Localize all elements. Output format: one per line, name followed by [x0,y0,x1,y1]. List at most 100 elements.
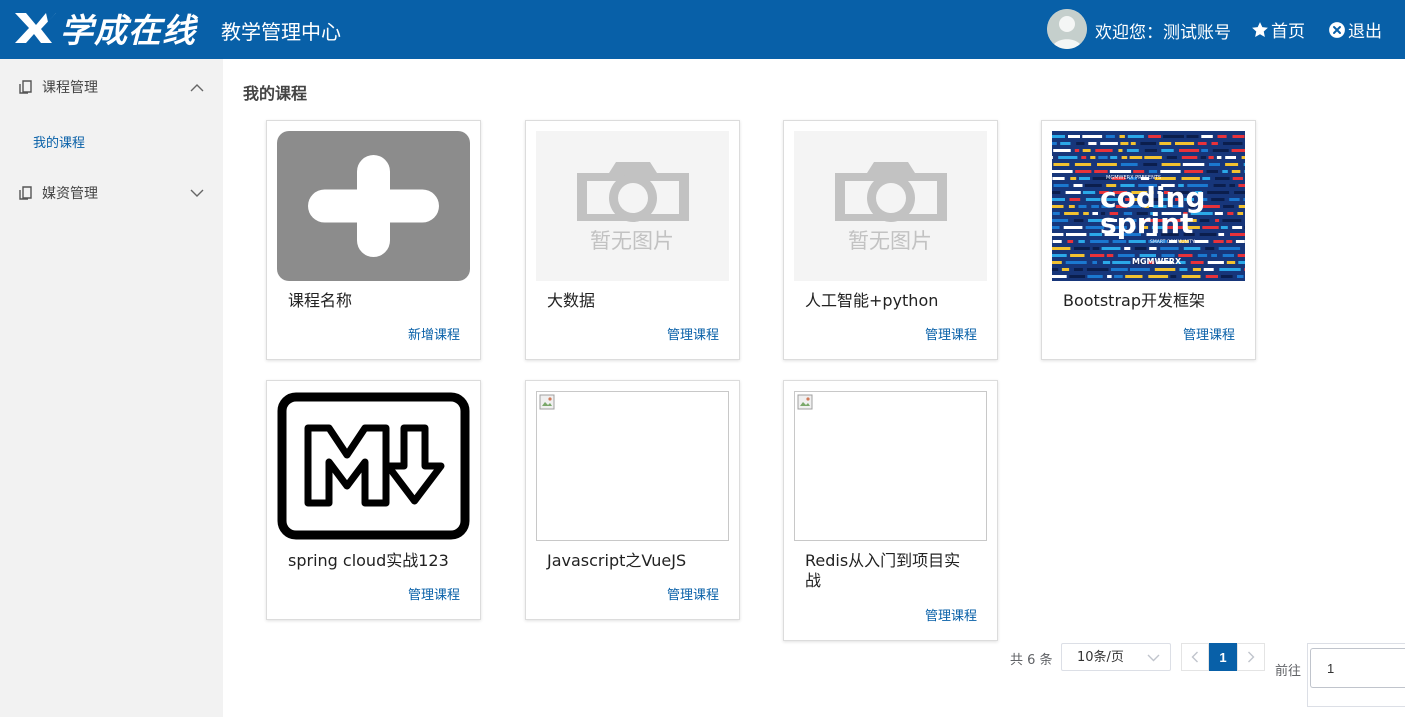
pagination-goto-label: 前往 [1275,664,1302,679]
code-dash [1229,198,1240,201]
code-dash [1061,268,1070,271]
code-dash [1106,254,1114,257]
code-dash [1144,149,1157,152]
code-dash [1237,254,1245,257]
code-dash [1160,170,1181,173]
code-dash [1065,191,1081,194]
code-dash [1107,275,1112,278]
code-dash [1091,205,1099,208]
pagination-page-current[interactable]: 1 [1209,643,1237,671]
page-size-select[interactable]: 10条/页 [1061,643,1171,671]
sidebar-group-media-management[interactable]: 媒资管理 [0,165,223,221]
code-dash [1065,261,1087,264]
code-dash [1209,163,1220,166]
code-dash [1200,156,1207,159]
code-dash [1244,226,1245,229]
pagination-prev-button[interactable] [1181,643,1209,671]
manage-course-link[interactable]: 管理课程 [667,324,719,343]
code-dash [1211,198,1225,201]
code-dash [1183,247,1201,250]
code-dash [1092,212,1098,215]
logo-text: 学成在线 [60,11,196,50]
add-course-thumbnail[interactable] [277,131,470,281]
code-dash [1098,156,1108,159]
course-card-add[interactable]: 课程名称 新增课程 [266,120,481,360]
logout-link[interactable]: 退出 [1328,17,1382,42]
course-thumbnail [277,391,470,541]
code-dash [1212,149,1229,152]
user-avatar[interactable] [1047,9,1087,49]
code-dash [1070,177,1077,180]
code-dash [1184,170,1204,173]
code-dash [1235,240,1245,243]
code-dash [1222,219,1242,222]
code-dash [1094,170,1108,173]
page-title: 我的课程 [243,84,308,103]
code-dash [1052,240,1062,243]
add-course-link[interactable]: 新增课程 [408,324,460,343]
code-dash [1234,191,1245,194]
home-label: 首页 [1271,22,1305,42]
code-dash [1082,191,1096,194]
code-dash [1127,135,1144,138]
code-dash [1229,184,1235,187]
home-link[interactable]: 首页 [1251,17,1305,42]
code-dash [1086,268,1109,271]
course-thumbnail: MGMWERX PRESENTS coding sprint SMART COM… [1052,131,1245,281]
star-icon [1252,21,1268,37]
manage-course-link[interactable]: 管理课程 [925,324,977,343]
code-dash [1069,275,1085,278]
code-dash [1073,219,1084,222]
chevron-left-icon [1191,651,1198,663]
code-dash [1238,184,1245,187]
code-dash [1225,156,1236,159]
code-dash [1078,205,1087,208]
manage-course-link[interactable]: 管理课程 [1183,324,1235,343]
broken-image-icon [797,394,813,410]
pagination-jump-input[interactable] [1310,648,1405,688]
code-dash [1075,170,1092,173]
sidebar-group-course-management[interactable]: 课程管理 [0,59,223,115]
code-dash [1081,156,1087,159]
no-image-text: 暂无图片 [590,229,674,253]
chevron-down-icon [1147,654,1160,662]
code-dash [1052,226,1060,229]
code-dash [1052,275,1067,278]
code-dash [1121,156,1128,159]
course-card: Javascript之VueJS 管理课程 [525,380,740,620]
pagination-next-button[interactable] [1237,643,1265,671]
code-dash [1079,177,1090,180]
manage-course-link[interactable]: 管理课程 [925,605,977,624]
code-dash [1244,170,1245,173]
code-dash [1068,135,1080,138]
manage-course-link[interactable]: 管理课程 [667,584,719,603]
course-name: 大数据 [547,291,596,310]
code-dash [1182,163,1205,166]
code-dash [1133,170,1145,173]
code-dash [1205,275,1218,278]
chevron-down-icon [190,189,204,197]
code-dash [1074,149,1080,152]
code-dash [1063,226,1083,229]
code-dash [1128,240,1146,243]
close-circle-icon [1329,21,1345,38]
site-logo[interactable]: 学成在线 [12,8,196,50]
code-dash [1052,254,1067,257]
code-dash [1087,275,1103,278]
course-name: Bootstrap开发框架 [1063,291,1205,310]
code-dash [1231,149,1245,152]
code-dash [1181,177,1200,180]
pagination-total: 共 6 条 [1010,653,1053,668]
code-dash [1226,240,1233,243]
code-dash [1052,177,1065,180]
code-dash [1119,135,1125,138]
code-dash [1053,149,1071,152]
course-card: spring cloud实战123 管理课程 [266,380,481,620]
manage-course-link[interactable]: 管理课程 [408,584,460,603]
code-dash [1069,198,1081,201]
code-dash [1211,254,1217,257]
sidebar-item-my-courses[interactable]: 我的课程 [33,132,85,151]
code-dash [1102,261,1111,264]
code-dash [1052,261,1062,264]
welcome-text: 欢迎您：测试账号 [1095,23,1231,43]
